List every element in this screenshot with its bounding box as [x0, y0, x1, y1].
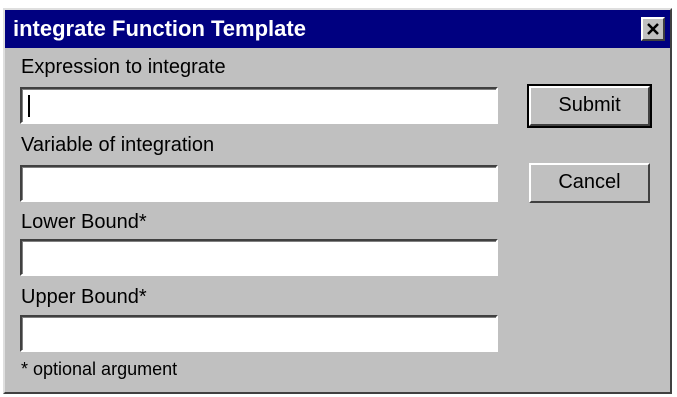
variable-input[interactable]	[20, 165, 498, 202]
close-icon	[647, 23, 659, 35]
window-title: integrate Function Template	[13, 16, 306, 41]
optional-footnote: * optional argument	[21, 359, 178, 379]
lower-bound-input[interactable]	[20, 239, 498, 276]
text-cursor	[28, 95, 30, 117]
close-button[interactable]	[641, 17, 665, 41]
submit-button[interactable]: Submit	[527, 84, 652, 128]
cancel-button[interactable]: Cancel	[529, 163, 650, 203]
expression-label: Expression to integrate	[21, 56, 226, 78]
lower-bound-label: Lower Bound*	[21, 211, 147, 233]
variable-label: Variable of integration	[21, 134, 215, 156]
title-bar[interactable]: integrate Function Template	[5, 10, 670, 48]
upper-bound-input[interactable]	[20, 315, 498, 352]
expression-input[interactable]	[20, 87, 498, 124]
dialog-window: integrate Function Template Expression t…	[3, 8, 672, 394]
upper-bound-label: Upper Bound*	[21, 286, 147, 308]
